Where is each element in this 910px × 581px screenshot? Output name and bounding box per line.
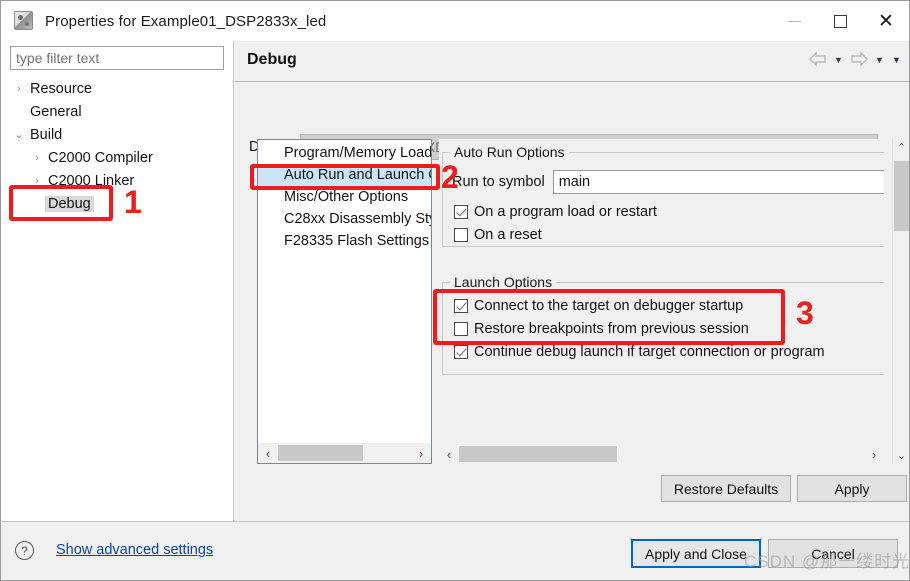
list-item[interactable]: F28335 Flash Settings — [258, 230, 431, 252]
cancel-button[interactable]: Cancel — [768, 539, 898, 568]
sidebar-item-c2000-linker[interactable]: › C2000 Linker — [1, 169, 234, 192]
annotation-number-2: 2 — [441, 161, 459, 193]
dialog-footer: ? Show advanced settings Apply and Close… — [1, 521, 909, 580]
forward-arrow-icon[interactable] — [849, 51, 869, 69]
annotation-number-1: 1 — [124, 186, 142, 218]
options-pane-vscrollbar[interactable]: ⌃ ⌄ — [892, 139, 909, 464]
window-title: Properties for Example01_DSP2833x_led — [45, 13, 326, 30]
debug-settings-panel: Debug ▼ ▼ ▼ Device Texas Instruments XDS… — [235, 41, 909, 521]
page-title: Debug — [247, 51, 297, 69]
title-bar: Properties for Example01_DSP2833x_led ✕ — [1, 1, 909, 41]
launch-options-group: Launch Options Connect to the target on … — [442, 282, 884, 375]
run-to-symbol-row: Run to symbol main — [452, 170, 884, 194]
hscroll-thumb[interactable] — [459, 446, 617, 462]
annotation-number-3: 3 — [796, 297, 814, 329]
category-list-items: Program/Memory Load Options Auto Run and… — [258, 142, 431, 252]
sidebar-item-label: C2000 Compiler — [45, 150, 156, 166]
checkbox-restore-breakpoints[interactable]: Restore breakpoints from previous sessio… — [454, 321, 749, 337]
checkbox-label: Restore breakpoints from previous sessio… — [474, 321, 749, 337]
close-button[interactable]: ✕ — [863, 1, 909, 41]
scroll-right-arrow-icon[interactable]: › — [411, 446, 431, 461]
apply-button[interactable]: Apply — [797, 475, 907, 502]
restore-defaults-button[interactable]: Restore Defaults — [661, 475, 791, 502]
forward-dropdown-caret-icon[interactable]: ▼ — [873, 55, 886, 65]
checkbox-on-reset[interactable]: On a reset — [454, 227, 542, 243]
checkbox-on-program-load[interactable]: On a program load or restart — [454, 204, 657, 220]
back-dropdown-caret-icon[interactable]: ▼ — [832, 55, 845, 65]
minimize-button[interactable] — [771, 1, 817, 41]
sidebar-item-label: Debug — [45, 196, 94, 212]
chevron-down-icon[interactable]: ⌄ — [11, 128, 27, 141]
category-list-hscrollbar[interactable]: ‹ › — [258, 443, 431, 463]
list-item[interactable]: Program/Memory Load Options — [258, 142, 431, 164]
hscroll-track[interactable] — [459, 444, 864, 464]
list-item[interactable]: C28xx Disassembly Style Options — [258, 208, 431, 230]
list-item[interactable]: Auto Run and Launch Options — [258, 164, 431, 186]
scroll-left-arrow-icon[interactable]: ‹ — [439, 447, 459, 462]
chevron-right-icon[interactable]: › — [29, 175, 45, 187]
scroll-left-arrow-icon[interactable]: ‹ — [258, 446, 278, 461]
checkbox-connect-on-startup[interactable]: Connect to the target on debugger startu… — [454, 298, 743, 314]
checkbox-continue-debug-launch[interactable]: Continue debug launch if target connecti… — [454, 344, 825, 360]
scroll-up-arrow-icon[interactable]: ⌃ — [893, 139, 910, 156]
help-icon[interactable]: ? — [15, 541, 34, 560]
back-arrow-icon[interactable] — [808, 51, 828, 69]
chevron-right-icon[interactable]: › — [11, 83, 27, 95]
show-advanced-settings-link[interactable]: Show advanced settings — [56, 542, 213, 558]
cube-icon — [13, 10, 35, 32]
scroll-right-arrow-icon[interactable]: › — [864, 447, 884, 462]
launch-options-legend: Launch Options — [450, 274, 556, 290]
options-pane-hscrollbar[interactable]: ‹ › — [439, 444, 884, 464]
checkbox-box[interactable] — [454, 322, 468, 336]
properties-dialog: Properties for Example01_DSP2833x_led ✕ … — [0, 0, 910, 581]
menu-dropdown-caret-icon[interactable]: ▼ — [890, 55, 903, 65]
filter-input[interactable] — [10, 46, 224, 70]
list-item[interactable]: Misc/Other Options — [258, 186, 431, 208]
vscroll-thumb[interactable] — [894, 161, 909, 231]
header-divider — [235, 81, 909, 82]
sidebar-item-resource[interactable]: › Resource — [1, 77, 234, 100]
sidebar-item-label: Build — [27, 127, 65, 143]
sidebar-item-label: General — [27, 104, 85, 120]
hscroll-track[interactable] — [278, 443, 411, 463]
sidebar-item-debug[interactable]: Debug — [1, 192, 234, 215]
sidebar-item-label: Resource — [27, 81, 95, 97]
auto-run-options-group: Auto Run Options Run to symbol main On a… — [442, 152, 884, 247]
settings-tree-panel: › Resource General ⌄ Build › C2000 Compi… — [1, 41, 234, 521]
sidebar-item-general[interactable]: General — [1, 100, 234, 123]
chevron-right-icon[interactable]: › — [29, 152, 45, 164]
checkbox-box[interactable] — [454, 228, 468, 242]
checkbox-label: On a program load or restart — [474, 204, 657, 220]
auto-run-options-legend: Auto Run Options — [450, 144, 569, 160]
run-to-symbol-label: Run to symbol — [452, 174, 545, 190]
checkbox-box[interactable] — [454, 299, 468, 313]
apply-and-close-button[interactable]: Apply and Close — [631, 539, 761, 568]
maximize-button[interactable] — [817, 1, 863, 41]
options-pane: Auto Run Options Run to symbol main On a… — [439, 139, 884, 464]
category-list: Program/Memory Load Options Auto Run and… — [257, 139, 432, 464]
checkbox-box[interactable] — [454, 345, 468, 359]
checkbox-label: Connect to the target on debugger startu… — [474, 298, 743, 314]
scroll-down-arrow-icon[interactable]: ⌄ — [893, 447, 910, 464]
run-to-symbol-input[interactable]: main — [553, 170, 884, 194]
window-controls: ✕ — [771, 1, 909, 41]
sidebar-item-c2000-compiler[interactable]: › C2000 Compiler — [1, 146, 234, 169]
checkbox-box[interactable] — [454, 205, 468, 219]
hscroll-thumb[interactable] — [278, 445, 363, 461]
checkbox-label: Continue debug launch if target connecti… — [474, 344, 825, 360]
navigation-icons: ▼ ▼ ▼ — [808, 51, 903, 69]
checkbox-label: On a reset — [474, 227, 542, 243]
settings-tree: › Resource General ⌄ Build › C2000 Compi… — [1, 77, 234, 215]
sidebar-item-build[interactable]: ⌄ Build — [1, 123, 234, 146]
